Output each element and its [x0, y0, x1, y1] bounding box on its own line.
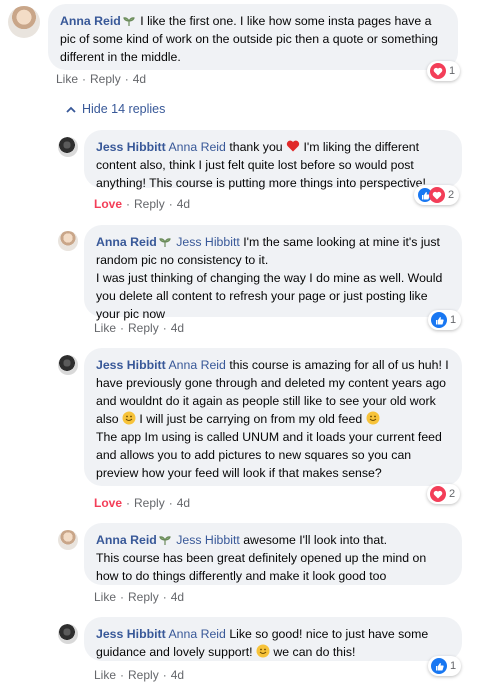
comment-bubble: Jess Hibbitt Anna Reid thank you I'm lik… [84, 130, 462, 190]
plant-badge-icon [159, 238, 171, 247]
love-reaction-icon [430, 63, 446, 79]
comment-actions: Like · Reply · 4d [94, 590, 185, 604]
mention-link[interactable]: Anna Reid [168, 627, 225, 641]
reaction-count: 1 [450, 660, 457, 672]
like-reaction-icon [431, 312, 447, 328]
comment-bubble: Anna Reid Jess Hibbitt awesome I'll look… [84, 523, 462, 585]
mention-link[interactable]: Jess Hibbitt [176, 533, 240, 547]
reaction-count: 1 [449, 65, 456, 77]
reaction-count: 2 [449, 488, 456, 500]
like-button[interactable]: Like [94, 590, 116, 604]
smile-emoji-icon [122, 411, 136, 425]
mention-link[interactable]: Anna Reid [168, 358, 225, 372]
avatar[interactable] [58, 137, 78, 157]
comment-author[interactable]: Anna Reid [96, 235, 157, 249]
comment-actions: Love · Reply · 4d [94, 496, 191, 510]
avatar[interactable] [58, 624, 78, 644]
like-button[interactable]: Like [56, 72, 78, 86]
comment-author[interactable]: Jess Hibbitt [96, 358, 166, 372]
reaction-count: 1 [450, 314, 457, 326]
mention-link[interactable]: Anna Reid [168, 140, 225, 154]
hide-replies-button[interactable]: Hide 14 replies [66, 102, 165, 116]
love-button[interactable]: Love [94, 496, 122, 510]
reply-button[interactable]: Reply [134, 496, 165, 510]
comment-bubble: Anna Reid I like the first one. I like h… [48, 4, 458, 70]
plant-badge-icon [123, 17, 135, 26]
reaction-count: 2 [448, 189, 455, 201]
like-button[interactable]: Like [94, 321, 116, 335]
avatar[interactable] [58, 530, 78, 550]
timestamp[interactable]: 4d [171, 590, 184, 604]
reply-button[interactable]: Reply [90, 72, 121, 86]
timestamp[interactable]: 4d [133, 72, 146, 86]
love-reaction-icon [429, 187, 445, 203]
red-heart-icon [286, 140, 300, 152]
comment-actions: Love · Reply · 4d [94, 197, 191, 211]
timestamp[interactable]: 4d [171, 321, 184, 335]
love-reaction-icon [430, 486, 446, 502]
reply-button[interactable]: Reply [128, 590, 159, 604]
comment-author[interactable]: Jess Hibbitt [96, 140, 166, 154]
love-button[interactable]: Love [94, 197, 122, 211]
reaction-summary[interactable]: 1 [428, 656, 462, 676]
comment-bubble: Anna Reid Jess Hibbitt I'm the same look… [84, 225, 462, 321]
reaction-summary[interactable]: 2 [414, 185, 460, 205]
comment-actions: Like · Reply · 4d [56, 72, 147, 86]
smile-emoji-icon [366, 411, 380, 425]
reply-button[interactable]: Reply [128, 668, 159, 682]
hide-replies-label: Hide 14 replies [82, 102, 166, 116]
like-reaction-icon [431, 658, 447, 674]
plant-badge-icon [159, 536, 171, 545]
comment-bubble: Jess Hibbitt Anna Reid Like so good! nic… [84, 617, 462, 661]
comment-author[interactable]: Anna Reid [96, 533, 157, 547]
timestamp[interactable]: 4d [177, 197, 190, 211]
avatar[interactable] [8, 6, 40, 38]
timestamp[interactable]: 4d [177, 496, 190, 510]
like-button[interactable]: Like [94, 668, 116, 682]
timestamp[interactable]: 4d [171, 668, 184, 682]
comment-actions: Like · Reply · 4d [94, 321, 185, 335]
reaction-summary[interactable]: 1 [428, 310, 462, 330]
reaction-summary[interactable]: 2 [427, 484, 461, 504]
reply-button[interactable]: Reply [134, 197, 165, 211]
smile-emoji-icon [256, 644, 270, 658]
reply-button[interactable]: Reply [128, 321, 159, 335]
comment-author[interactable]: Jess Hibbitt [96, 627, 166, 641]
comment-bubble: Jess Hibbitt Anna Reid this course is am… [84, 348, 462, 486]
chevron-up-icon [66, 106, 76, 113]
avatar[interactable] [58, 355, 78, 375]
avatar[interactable] [58, 231, 78, 251]
reaction-summary[interactable]: 1 [427, 61, 461, 81]
comment-author[interactable]: Anna Reid [60, 14, 121, 28]
comment-actions: Like · Reply · 4d [94, 668, 185, 682]
mention-link[interactable]: Jess Hibbitt [176, 235, 240, 249]
